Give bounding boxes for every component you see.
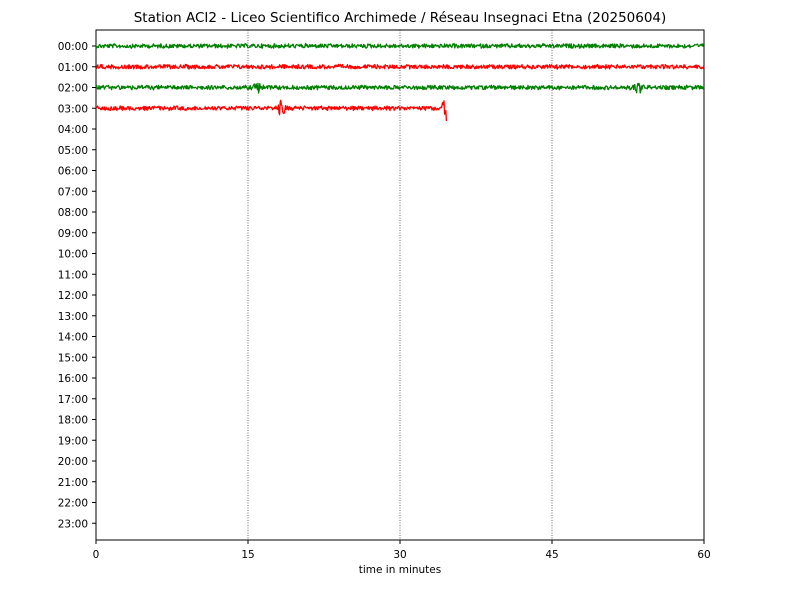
y-tick-label: 08:00: [58, 207, 88, 219]
x-tick-label: 15: [241, 549, 254, 561]
x-tick-label: 0: [93, 549, 100, 561]
y-tick-label: 14:00: [58, 332, 88, 344]
chart-title: Station ACI2 - Liceo Scientifico Archime…: [134, 10, 667, 26]
y-tick-label: 22:00: [58, 498, 88, 510]
x-axis-label: time in minutes: [359, 564, 441, 576]
y-tick-label: 05:00: [58, 145, 88, 157]
y-tick-label: 10:00: [58, 249, 88, 261]
x-axis-ticks: 0 15 30 45 60: [93, 540, 711, 561]
y-tick-label: 20:00: [58, 456, 88, 468]
y-tick-label: 19:00: [58, 435, 88, 447]
y-tick-label: 07:00: [58, 186, 88, 198]
helicorder-chart: Station ACI2 - Liceo Scientifico Archime…: [58, 10, 711, 576]
y-tick-label: 18:00: [58, 415, 88, 427]
y-tick-label: 21:00: [58, 477, 88, 489]
x-tick-label: 60: [697, 549, 710, 561]
y-tick-label: 15:00: [58, 352, 88, 364]
x-tick-label: 30: [393, 549, 406, 561]
x-tick-label: 45: [545, 549, 558, 561]
y-tick-label: 06:00: [58, 166, 88, 178]
y-tick-label: 23:00: [58, 518, 88, 530]
y-tick-label: 11:00: [58, 269, 88, 281]
y-tick-label: 09:00: [58, 228, 88, 240]
y-tick-label: 00:00: [58, 41, 88, 53]
y-tick-label: 03:00: [58, 103, 88, 115]
y-tick-label: 12:00: [58, 290, 88, 302]
y-tick-label: 04:00: [58, 124, 88, 136]
y-tick-label: 16:00: [58, 373, 88, 385]
y-tick-label: 01:00: [58, 62, 88, 74]
y-tick-label: 02:00: [58, 83, 88, 95]
y-tick-label: 13:00: [58, 311, 88, 323]
y-tick-label: 17:00: [58, 394, 88, 406]
y-axis-ticks: 00:00 01:00 02:00 03:00 04:00 05:00 06:00 07:00…: [58, 41, 96, 530]
